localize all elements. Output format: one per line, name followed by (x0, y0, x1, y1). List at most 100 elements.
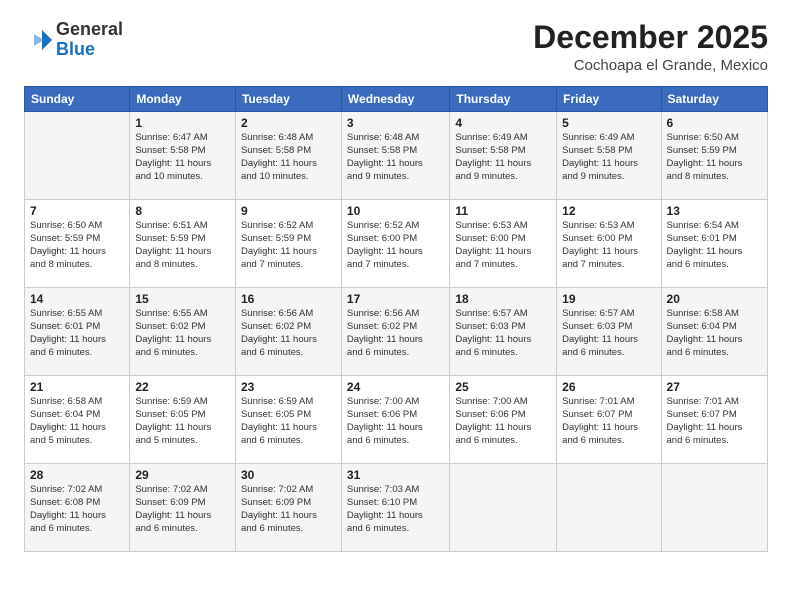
day-info: Sunrise: 6:49 AM Sunset: 5:58 PM Dayligh… (562, 132, 655, 183)
day-number: 4 (455, 116, 551, 130)
day-info: Sunrise: 6:56 AM Sunset: 6:02 PM Dayligh… (241, 308, 336, 359)
calendar-cell-0-5: 5Sunrise: 6:49 AM Sunset: 5:58 PM Daylig… (557, 112, 661, 200)
calendar-cell-3-1: 22 Sunrise: 6:59 AM Sunset: 6:05 PM Dayli… (130, 376, 236, 464)
col-tuesday: Tuesday (235, 87, 341, 112)
col-saturday: Saturday (661, 87, 767, 112)
day-number: 21 (30, 380, 124, 394)
day-number: 9 (241, 204, 336, 218)
calendar-cell-3-4: 25Sunrise: 7:00 AM Sunset: 6:06 PM Dayli… (450, 376, 557, 464)
calendar-cell-2-4: 18 Sunrise: 6:57 AM Sunset: 6:03 PM Dayli… (450, 288, 557, 376)
day-number: 27 (667, 380, 762, 394)
day-info: Sunrise: 6:53 AM Sunset: 6:00 PM Dayligh… (562, 220, 655, 271)
day-number: 3 (347, 116, 444, 130)
calendar-cell-1-2: 9 Sunrise: 6:52 AM Sunset: 5:59 PM Daylig… (235, 200, 341, 288)
day-number: 15 (135, 292, 230, 306)
day-info: Sunrise: 6:59 AM Sunset: 6:05 PM Dayligh… (135, 396, 230, 447)
title-block: December 2025 Cochoapa el Grande, Mexico (533, 20, 768, 74)
day-info: Sunrise: 6:56 AM Sunset: 6:02 PM Dayligh… (347, 308, 444, 359)
calendar-cell-0-6: 6Sunrise: 6:50 AM Sunset: 5:59 PM Daylig… (661, 112, 767, 200)
day-info: Sunrise: 6:52 AM Sunset: 5:59 PM Dayligh… (241, 220, 336, 271)
day-number: 12 (562, 204, 655, 218)
calendar-week-row-2: 14 Sunrise: 6:55 AM Sunset: 6:01 PM Dayli… (25, 288, 768, 376)
calendar-cell-4-5 (557, 464, 661, 552)
day-info: Sunrise: 6:48 AM Sunset: 5:58 PM Dayligh… (241, 132, 336, 183)
calendar-cell-2-2: 16 Sunrise: 6:56 AM Sunset: 6:02 PM Dayli… (235, 288, 341, 376)
day-number: 11 (455, 204, 551, 218)
calendar-cell-4-3: 31 Sunrise: 7:03 AM Sunset: 6:10 PM Dayli… (341, 464, 449, 552)
day-number: 20 (667, 292, 762, 306)
day-info: Sunrise: 6:59 AM Sunset: 6:05 PM Dayligh… (241, 396, 336, 447)
calendar-cell-2-6: 20 Sunrise: 6:58 AM Sunset: 6:04 PM Dayli… (661, 288, 767, 376)
day-number: 25 (455, 380, 551, 394)
header: General Blue December 2025 Cochoapa el G… (24, 20, 768, 74)
day-number: 10 (347, 204, 444, 218)
day-info: Sunrise: 6:48 AM Sunset: 5:58 PM Dayligh… (347, 132, 444, 183)
calendar-cell-0-0 (25, 112, 130, 200)
day-info: Sunrise: 7:02 AM Sunset: 6:09 PM Dayligh… (241, 484, 336, 535)
col-wednesday: Wednesday (341, 87, 449, 112)
calendar-cell-0-3: 3 Sunrise: 6:48 AM Sunset: 5:58 PM Daylig… (341, 112, 449, 200)
day-number: 29 (135, 468, 230, 482)
logo-blue-text: Blue (56, 39, 95, 59)
calendar-cell-0-1: 1Sunrise: 6:47 AM Sunset: 5:58 PM Daylig… (130, 112, 236, 200)
calendar-cell-4-1: 29 Sunrise: 7:02 AM Sunset: 6:09 PM Dayli… (130, 464, 236, 552)
logo-text: General Blue (56, 20, 123, 60)
calendar-header-row: Sunday Monday Tuesday Wednesday Thursday… (25, 87, 768, 112)
calendar-cell-1-4: 11 Sunrise: 6:53 AM Sunset: 6:00 PM Dayli… (450, 200, 557, 288)
col-friday: Friday (557, 87, 661, 112)
calendar-cell-1-0: 7Sunrise: 6:50 AM Sunset: 5:59 PM Daylig… (25, 200, 130, 288)
day-number: 23 (241, 380, 336, 394)
calendar-cell-0-4: 4Sunrise: 6:49 AM Sunset: 5:58 PM Daylig… (450, 112, 557, 200)
day-number: 14 (30, 292, 124, 306)
logo: General Blue (24, 20, 123, 60)
day-number: 16 (241, 292, 336, 306)
day-info: Sunrise: 6:58 AM Sunset: 6:04 PM Dayligh… (667, 308, 762, 359)
calendar-cell-3-5: 26Sunrise: 7:01 AM Sunset: 6:07 PM Dayli… (557, 376, 661, 464)
calendar-cell-3-0: 21 Sunrise: 6:58 AM Sunset: 6:04 PM Dayli… (25, 376, 130, 464)
day-info: Sunrise: 7:03 AM Sunset: 6:10 PM Dayligh… (347, 484, 444, 535)
calendar-cell-3-6: 27Sunrise: 7:01 AM Sunset: 6:07 PM Dayli… (661, 376, 767, 464)
calendar-cell-2-0: 14 Sunrise: 6:55 AM Sunset: 6:01 PM Dayli… (25, 288, 130, 376)
day-number: 2 (241, 116, 336, 130)
day-number: 31 (347, 468, 444, 482)
calendar-table: Sunday Monday Tuesday Wednesday Thursday… (24, 86, 768, 552)
day-info: Sunrise: 6:57 AM Sunset: 6:03 PM Dayligh… (455, 308, 551, 359)
day-info: Sunrise: 7:00 AM Sunset: 6:06 PM Dayligh… (347, 396, 444, 447)
calendar-cell-4-6 (661, 464, 767, 552)
calendar-cell-3-2: 23 Sunrise: 6:59 AM Sunset: 6:05 PM Dayli… (235, 376, 341, 464)
day-number: 28 (30, 468, 124, 482)
day-info: Sunrise: 6:55 AM Sunset: 6:01 PM Dayligh… (30, 308, 124, 359)
col-monday: Monday (130, 87, 236, 112)
day-number: 1 (135, 116, 230, 130)
day-info: Sunrise: 6:58 AM Sunset: 6:04 PM Dayligh… (30, 396, 124, 447)
day-info: Sunrise: 6:53 AM Sunset: 6:00 PM Dayligh… (455, 220, 551, 271)
day-number: 6 (667, 116, 762, 130)
calendar-week-row-0: 1Sunrise: 6:47 AM Sunset: 5:58 PM Daylig… (25, 112, 768, 200)
calendar-cell-2-1: 15Sunrise: 6:55 AM Sunset: 6:02 PM Dayli… (130, 288, 236, 376)
day-number: 17 (347, 292, 444, 306)
location-subtitle: Cochoapa el Grande, Mexico (533, 57, 768, 74)
calendar-cell-2-5: 19Sunrise: 6:57 AM Sunset: 6:03 PM Dayli… (557, 288, 661, 376)
day-number: 22 (135, 380, 230, 394)
day-number: 13 (667, 204, 762, 218)
calendar-cell-1-3: 10 Sunrise: 6:52 AM Sunset: 6:00 PM Dayli… (341, 200, 449, 288)
day-number: 24 (347, 380, 444, 394)
day-info: Sunrise: 6:51 AM Sunset: 5:59 PM Dayligh… (135, 220, 230, 271)
calendar-cell-0-2: 2 Sunrise: 6:48 AM Sunset: 5:58 PM Daylig… (235, 112, 341, 200)
day-info: Sunrise: 7:02 AM Sunset: 6:09 PM Dayligh… (135, 484, 230, 535)
day-info: Sunrise: 6:52 AM Sunset: 6:00 PM Dayligh… (347, 220, 444, 271)
logo-icon (24, 26, 52, 54)
calendar-cell-3-3: 24 Sunrise: 7:00 AM Sunset: 6:06 PM Dayli… (341, 376, 449, 464)
calendar-week-row-1: 7Sunrise: 6:50 AM Sunset: 5:59 PM Daylig… (25, 200, 768, 288)
day-number: 18 (455, 292, 551, 306)
calendar-cell-1-1: 8Sunrise: 6:51 AM Sunset: 5:59 PM Daylig… (130, 200, 236, 288)
calendar-week-row-3: 21 Sunrise: 6:58 AM Sunset: 6:04 PM Dayli… (25, 376, 768, 464)
logo-general-text: General (56, 19, 123, 39)
page: General Blue December 2025 Cochoapa el G… (0, 0, 792, 612)
calendar-cell-2-3: 17 Sunrise: 6:56 AM Sunset: 6:02 PM Dayli… (341, 288, 449, 376)
calendar-cell-1-5: 12 Sunrise: 6:53 AM Sunset: 6:00 PM Dayli… (557, 200, 661, 288)
day-number: 7 (30, 204, 124, 218)
month-title: December 2025 (533, 20, 768, 55)
day-number: 30 (241, 468, 336, 482)
day-info: Sunrise: 7:01 AM Sunset: 6:07 PM Dayligh… (562, 396, 655, 447)
